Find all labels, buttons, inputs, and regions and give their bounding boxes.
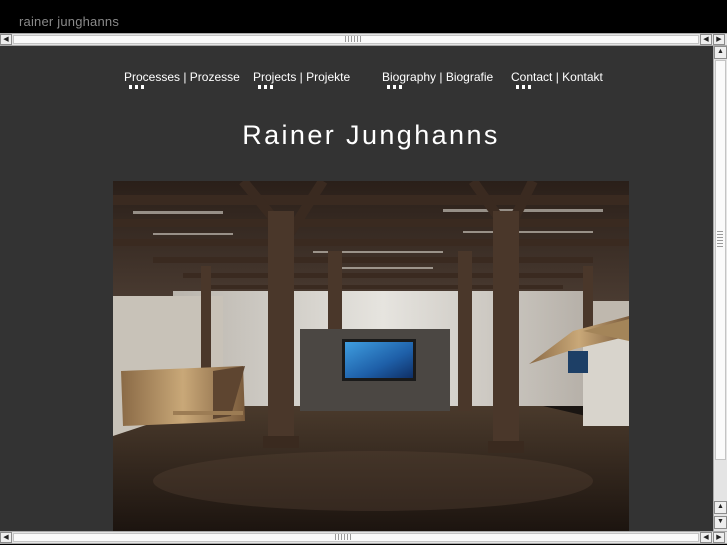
nav-dots-icon bbox=[387, 85, 404, 89]
scroll-right-icon[interactable]: ▶ bbox=[713, 34, 725, 45]
window-title: rainer junghanns bbox=[19, 14, 120, 29]
scrollbar-track[interactable] bbox=[13, 533, 699, 542]
scrollbar-grip[interactable] bbox=[345, 36, 361, 42]
nav-item-label[interactable]: Biography | Biografie bbox=[382, 70, 493, 84]
gallery-photo bbox=[113, 181, 629, 531]
scroll-up-icon[interactable]: ▲ bbox=[714, 46, 727, 59]
nav-item-biography[interactable]: Biography | Biografie bbox=[382, 70, 493, 89]
nav-item-label[interactable]: Projects | Projekte bbox=[253, 70, 350, 84]
scrollbar-grip[interactable] bbox=[717, 231, 723, 247]
nav-dots-icon bbox=[129, 85, 146, 89]
nav-item-processes[interactable]: Processes | Prozesse bbox=[124, 70, 240, 89]
nav-dots-icon bbox=[258, 85, 275, 89]
nav-item-projects[interactable]: Projects | Projekte bbox=[253, 70, 350, 89]
scrollbar-grip[interactable] bbox=[335, 534, 351, 540]
nav-item-contact[interactable]: Contact | Kontakt bbox=[511, 70, 603, 89]
scroll-up-icon[interactable]: ▲ bbox=[714, 501, 727, 514]
scrollbar-track[interactable] bbox=[715, 60, 726, 460]
horizontal-scrollbar-top[interactable]: ◀ ◀ ▶ bbox=[0, 33, 727, 46]
scroll-right-icon[interactable]: ◀ bbox=[700, 34, 712, 45]
scroll-left-icon[interactable]: ◀ bbox=[0, 532, 12, 543]
horizontal-scrollbar-bottom[interactable]: ◀ ◀ ▶ bbox=[0, 531, 727, 544]
vertical-scrollbar[interactable]: ▲ ▲ ▼ bbox=[713, 46, 727, 531]
scroll-down-icon[interactable]: ▼ bbox=[714, 516, 727, 529]
scroll-right-icon[interactable]: ▶ bbox=[713, 532, 725, 543]
nav-item-label[interactable]: Processes | Prozesse bbox=[124, 70, 240, 84]
nav-item-label[interactable]: Contact | Kontakt bbox=[511, 70, 603, 84]
scroll-left-icon[interactable]: ◀ bbox=[700, 532, 712, 543]
page-content: Processes | Prozesse Projects | Projekte… bbox=[0, 46, 713, 531]
nav-dots-icon bbox=[516, 85, 533, 89]
page-title: Rainer Junghanns bbox=[242, 120, 500, 150]
scroll-left-icon[interactable]: ◀ bbox=[0, 34, 12, 45]
window-titlebar: rainer junghanns bbox=[0, 0, 727, 33]
